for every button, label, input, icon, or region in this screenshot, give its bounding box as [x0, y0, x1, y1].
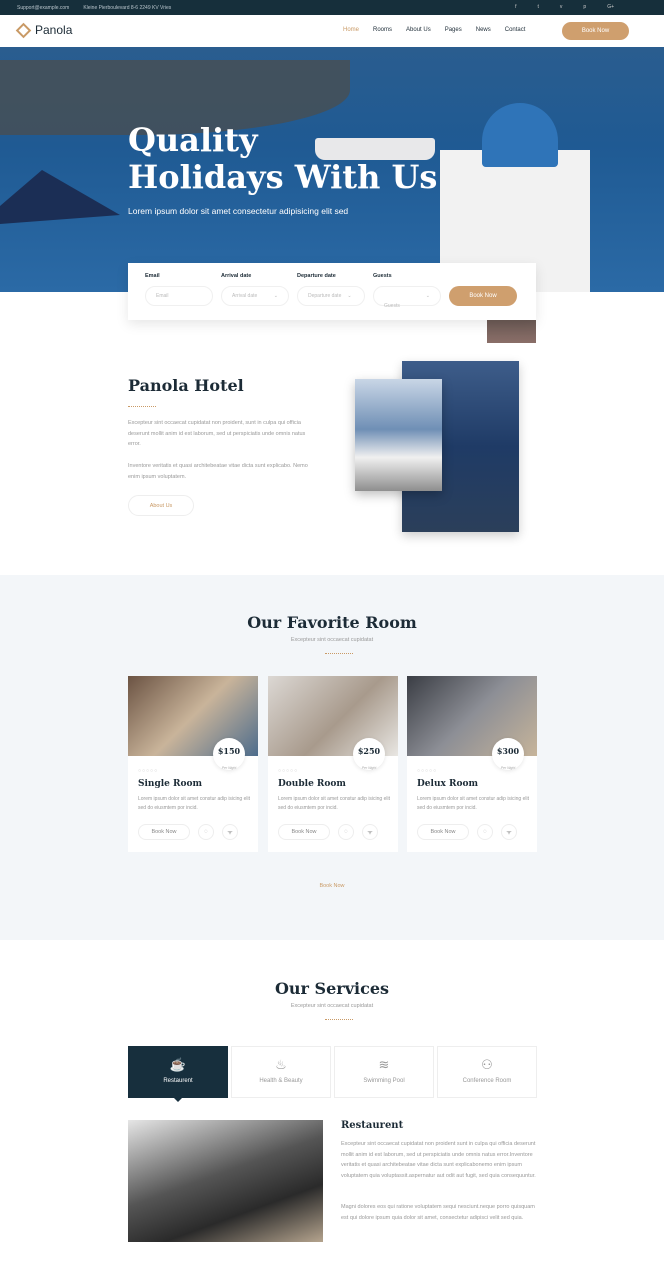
address: Kleine Pierboulevard 8-6 2249 KV Vries [83, 4, 172, 11]
room-card: $250 Per Night ○○○○○ Double Room Lorem ip… [268, 676, 398, 852]
thumbnail-image [487, 320, 536, 343]
vimeo-icon[interactable]: v [560, 4, 563, 10]
guests-placeholder: Guests [384, 303, 400, 309]
wifi-icon: ᯤ [501, 824, 517, 840]
room-description: Lorem ipsum dolor sit amet constur adip … [278, 796, 390, 811]
service-detail-paragraph-1: Excepteur sint occaecat cupidatat non pr… [341, 1141, 536, 1179]
wave-divider [325, 1016, 353, 1020]
hero-title: Quality Holidays With Us [128, 121, 438, 196]
social-links: f t v p G+ [515, 4, 628, 10]
tab-swimming-pool[interactable]: ≋ Swimming Pool [334, 1046, 434, 1098]
tab-conference-room[interactable]: ⚇ Conference Room [437, 1046, 537, 1098]
star-rating: ○○○○○ [138, 768, 159, 774]
services-title: Our Services [274, 979, 390, 998]
room-card: $150 Per Night ○○○○○ Single Room Lorem ip… [128, 676, 258, 852]
room-book-button[interactable]: Book Now [138, 824, 190, 840]
rooms-book-now-link[interactable]: Book Now [300, 883, 364, 889]
about-paragraph-1: Excepteur sint occaecat cupidatat non pr… [128, 420, 306, 447]
tab-health-beauty[interactable]: ♨ Health & Beauty [231, 1046, 331, 1098]
twitter-icon[interactable]: t [538, 4, 539, 10]
active-tab-pointer [173, 1097, 183, 1102]
nav-contact[interactable]: Contact [505, 27, 526, 33]
arrival-date-input[interactable]: Arrival date ⌄ [221, 286, 289, 306]
guests-label: Guests [373, 273, 392, 279]
chevron-down-icon: ⌄ [425, 293, 430, 299]
email-contact[interactable]: Support@example.com [17, 5, 69, 11]
wifi-icon: ᯤ [222, 824, 238, 840]
pinterest-icon[interactable]: p [583, 4, 586, 10]
chevron-down-icon: ⌄ [273, 293, 278, 299]
service-detail-title: Restaurent [341, 1120, 404, 1131]
about-paragraph-2: Inventore veritatis et quasi architebeat… [128, 463, 308, 480]
email-input[interactable]: Email [145, 286, 213, 306]
logo-icon [15, 22, 32, 38]
coffee-icon: ☕ [169, 1057, 187, 1072]
price-badge: $150 Per Night [213, 738, 245, 770]
rooms-title: Our Favorite Room [247, 613, 417, 632]
room-name[interactable]: Delux Room [417, 779, 478, 789]
services-subtitle: Excepteur sint occaecat cupidatat [290, 1003, 374, 1009]
wave-divider [128, 403, 156, 407]
price-badge: $300 Per Night [492, 738, 524, 770]
room-card: $300 Per Night ○○○○○ Delux Room Lorem ips… [407, 676, 537, 852]
star-rating: ○○○○○ [278, 768, 299, 774]
pool-icon: ≋ [378, 1057, 390, 1072]
logo-text: Panola [35, 23, 73, 37]
facebook-icon[interactable]: f [515, 4, 516, 10]
about-image-small [355, 379, 442, 491]
room-name[interactable]: Single Room [138, 779, 202, 789]
chevron-down-icon: ⌄ [347, 293, 352, 299]
top-bar: Support@example.com Kleine Pierboulevard… [0, 0, 664, 15]
nav-home[interactable]: Home [343, 27, 359, 33]
price-badge: $250 Per Night [353, 738, 385, 770]
room-book-button[interactable]: Book Now [417, 824, 469, 840]
google-plus-icon[interactable]: G+ [607, 4, 614, 10]
navbar: Panola Home Rooms About Us Pages News Co… [0, 15, 664, 47]
room-description: Lorem ipsum dolor sit amet constur adip … [138, 796, 250, 811]
room-book-button[interactable]: Book Now [278, 824, 330, 840]
main-menu: Home Rooms About Us Pages News Contact [343, 27, 525, 33]
arrival-label: Arrival date [221, 273, 252, 279]
room-name[interactable]: Double Room [278, 779, 346, 789]
tab-restaurant[interactable]: ☕ Restaurent [128, 1046, 228, 1098]
nav-news[interactable]: News [476, 27, 491, 33]
about-title: Panola Hotel [128, 376, 244, 395]
wifi-icon: ᯤ [362, 824, 378, 840]
breakfast-icon: ◌ [198, 824, 214, 840]
restaurant-image [128, 1120, 323, 1242]
nav-pages[interactable]: Pages [445, 27, 462, 33]
logo[interactable]: Panola [15, 22, 73, 38]
nav-rooms[interactable]: Rooms [373, 27, 392, 33]
spa-icon: ♨ [275, 1057, 287, 1072]
email-label: Email [145, 273, 160, 279]
departure-label: Departure date [297, 273, 336, 279]
conference-icon: ⚇ [481, 1057, 493, 1072]
book-now-button[interactable]: Book Now [449, 286, 517, 306]
breakfast-icon: ◌ [338, 824, 354, 840]
about-us-button[interactable]: About Us [128, 495, 194, 516]
booking-form: Email Email Arrival date Arrival date ⌄ D… [128, 263, 536, 320]
nav-about[interactable]: About Us [406, 27, 431, 33]
hero-subtitle: Lorem ipsum dolor sit amet consectetur a… [128, 206, 349, 216]
departure-date-input[interactable]: Departure date ⌄ [297, 286, 365, 306]
wave-divider [325, 650, 353, 654]
rooms-subtitle: Excepteur sint occaecat cupidatat [290, 637, 374, 643]
breakfast-icon: ◌ [477, 824, 493, 840]
room-description: Lorem ipsum dolor sit amet constur adip … [417, 796, 529, 811]
nav-book-now-button[interactable]: Book Now [562, 22, 629, 40]
service-detail-paragraph-2: Magni dolores eos qui ratione voluptatem… [341, 1204, 535, 1221]
star-rating: ○○○○○ [417, 768, 438, 774]
